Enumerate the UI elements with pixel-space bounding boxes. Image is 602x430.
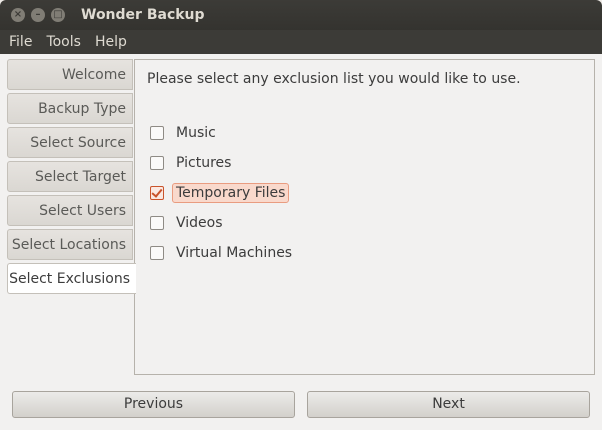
menu-file[interactable]: File xyxy=(0,34,39,50)
checkbox-music[interactable] xyxy=(150,126,164,140)
option-label[interactable]: Videos xyxy=(172,213,227,233)
menu-bar: File Tools Help xyxy=(0,30,602,54)
checkbox-virtual-machines[interactable] xyxy=(150,246,164,260)
sidebar-item-select-source[interactable]: Select Source xyxy=(7,127,133,158)
panel-prompt: Please select any exclusion list you wou… xyxy=(147,71,521,87)
checkbox-pictures[interactable] xyxy=(150,156,164,170)
sidebar-item-welcome[interactable]: Welcome xyxy=(7,59,133,90)
close-icon[interactable]: × xyxy=(11,8,25,22)
previous-button[interactable]: Previous xyxy=(12,391,295,418)
option-temporary-files[interactable]: Temporary Files xyxy=(150,182,290,204)
sidebar-item-select-exclusions[interactable]: Select Exclusions xyxy=(7,263,136,294)
next-button[interactable]: Next xyxy=(307,391,590,418)
option-music[interactable]: Music xyxy=(150,122,220,144)
option-label[interactable]: Pictures xyxy=(172,153,235,173)
title-bar: × – □ Wonder Backup xyxy=(0,0,602,30)
sidebar-item-select-users[interactable]: Select Users xyxy=(7,195,133,226)
option-virtual-machines[interactable]: Virtual Machines xyxy=(150,242,296,264)
option-pictures[interactable]: Pictures xyxy=(150,152,235,174)
app-window: × – □ Wonder Backup File Tools Help Welc… xyxy=(0,0,602,430)
checkbox-temporary-files[interactable] xyxy=(150,186,164,200)
sidebar-item-backup-type[interactable]: Backup Type xyxy=(7,93,133,124)
menu-tools[interactable]: Tools xyxy=(39,34,88,50)
exclusions-panel: Please select any exclusion list you wou… xyxy=(134,59,595,375)
window-title: Wonder Backup xyxy=(81,7,205,23)
checkbox-videos[interactable] xyxy=(150,216,164,230)
menu-help[interactable]: Help xyxy=(88,34,134,50)
option-videos[interactable]: Videos xyxy=(150,212,227,234)
maximize-icon[interactable]: □ xyxy=(51,8,65,22)
option-label[interactable]: Virtual Machines xyxy=(172,243,296,263)
option-label[interactable]: Temporary Files xyxy=(172,183,290,203)
minimize-icon[interactable]: – xyxy=(31,8,45,22)
sidebar-item-select-target[interactable]: Select Target xyxy=(7,161,133,192)
sidebar-item-select-locations[interactable]: Select Locations xyxy=(7,229,133,260)
option-label[interactable]: Music xyxy=(172,123,220,143)
